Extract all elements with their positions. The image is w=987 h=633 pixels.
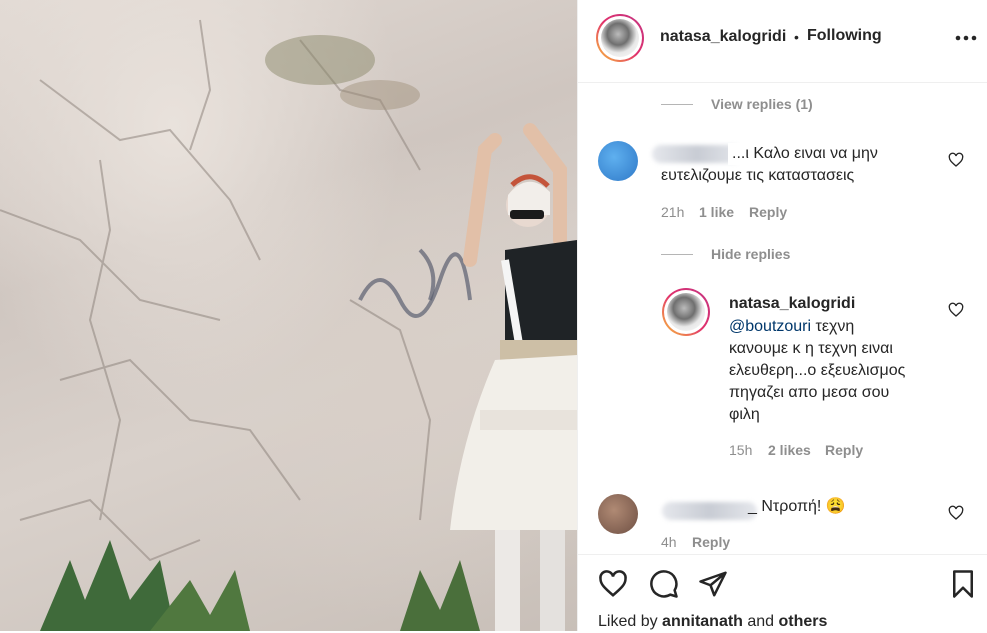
comment-bubble-icon[interactable] xyxy=(649,569,679,599)
comment-2-reply[interactable]: Reply xyxy=(692,534,730,550)
comment-2-time: 4h xyxy=(661,534,677,550)
reply-1-time: 15h xyxy=(729,442,753,458)
reply-1-text-line4: πηγαζει απο μεσα σου xyxy=(729,384,890,401)
reply-1-text-line2: κανουμε κ η τεχνη ειναι xyxy=(729,340,893,357)
liked-by-and: and xyxy=(742,613,779,630)
reply-1-likes[interactable]: 2 likes xyxy=(768,442,811,458)
follow-status-button[interactable]: Following xyxy=(807,27,882,45)
like-heart-icon[interactable] xyxy=(598,569,628,599)
post-header: natasa_kalogridi • Following xyxy=(578,0,987,83)
liked-by-others[interactable]: others xyxy=(779,613,828,630)
comment-2-username-blurred xyxy=(662,502,757,520)
reply-1-text-line1: @boutzouri τεχνη xyxy=(729,316,854,338)
hide-replies-link[interactable]: Hide replies xyxy=(711,246,790,262)
author-username[interactable]: natasa_kalogridi xyxy=(660,28,786,46)
comment-2-avatar[interactable] xyxy=(598,494,638,534)
photo-scene xyxy=(0,19,577,631)
liked-by-user[interactable]: annitanath xyxy=(662,613,743,630)
hide-replies-line xyxy=(661,254,693,255)
post-actions-bar: Liked by annitanath and others xyxy=(578,554,987,632)
reply-1-mention[interactable]: @boutzouri xyxy=(729,318,811,335)
post-side-panel: natasa_kalogridi • Following View replie… xyxy=(577,0,987,631)
comment-1-reply[interactable]: Reply xyxy=(749,204,787,220)
reply-1-heart-icon[interactable] xyxy=(948,302,964,318)
view-replies-link[interactable]: View replies (1) xyxy=(711,96,813,112)
reply-1-text-part: τεχνη xyxy=(811,318,855,335)
reply-1-text-line5: φιλη xyxy=(729,406,760,423)
comment-1-likes[interactable]: 1 like xyxy=(699,204,734,220)
comment-1-heart-icon[interactable] xyxy=(948,152,964,168)
post-photo xyxy=(0,0,577,631)
save-bookmark-icon[interactable] xyxy=(948,569,978,599)
liked-by-prefix: Liked by xyxy=(598,613,663,630)
reply-1-text-line3: ελευθερη...ο εξευελισμος xyxy=(729,362,906,379)
liked-by-line: Liked by annitanath and others xyxy=(598,611,827,633)
more-horizontal-icon[interactable] xyxy=(954,30,978,46)
author-avatar[interactable] xyxy=(596,14,644,62)
reply-1-avatar[interactable] xyxy=(662,288,710,336)
reply-1-username[interactable]: natasa_kalogridi xyxy=(729,295,855,313)
comment-2-heart-icon[interactable] xyxy=(948,505,964,521)
reply-1-reply[interactable]: Reply xyxy=(825,442,863,458)
view-replies-line xyxy=(661,104,693,105)
comment-1-time: 21h xyxy=(661,204,685,220)
comment-1-text-line1: ...ι Καλο ειναι να μην xyxy=(728,143,878,165)
comment-1-avatar[interactable] xyxy=(598,141,638,181)
comment-1-text-line2: ευτελιζουμε τις καταστασεις xyxy=(661,167,855,184)
share-paper-plane-icon[interactable] xyxy=(698,569,728,599)
header-separator: • xyxy=(794,29,799,45)
comment-2-text: _ Ντροπή! 😩 xyxy=(748,498,846,515)
